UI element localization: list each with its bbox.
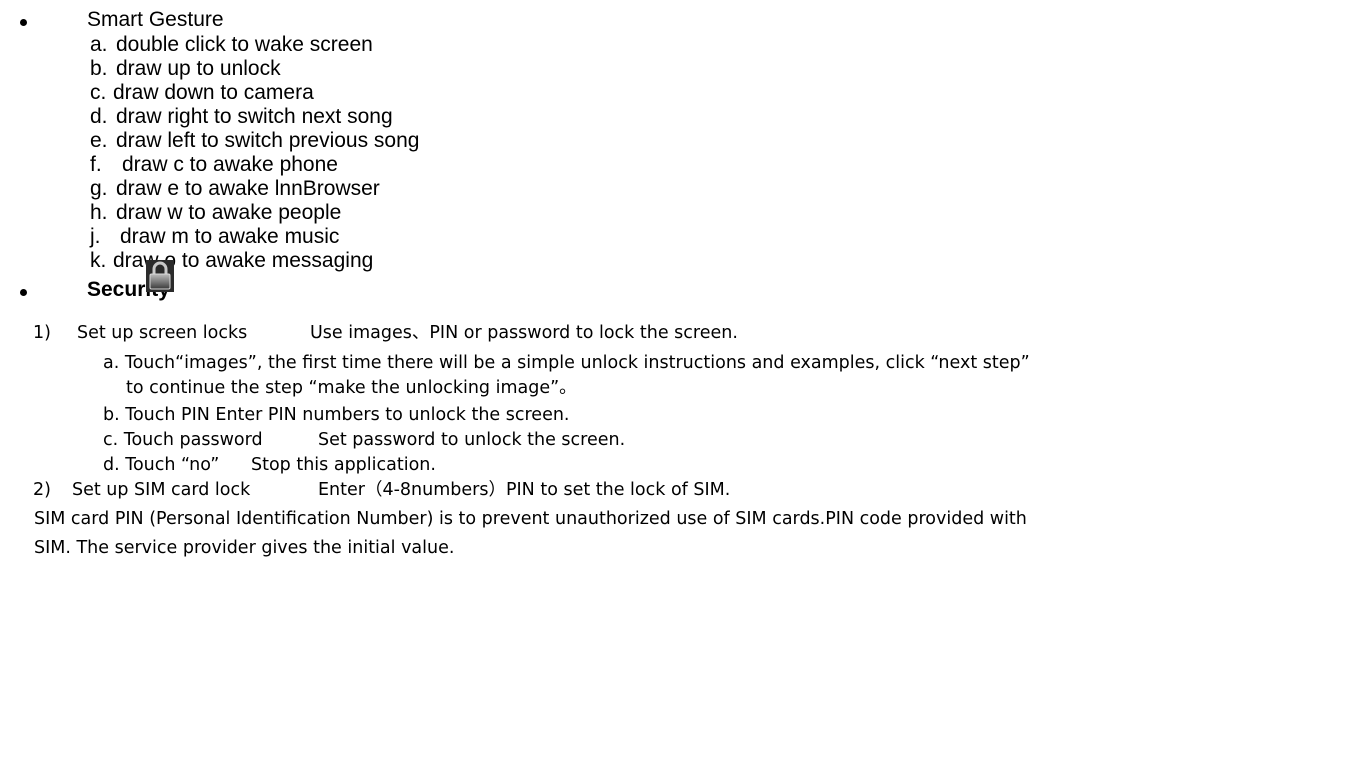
step1-sub-d-label: d. Touch “no” [103,455,220,475]
smart-gesture-title: Smart Gesture [87,8,224,31]
sim-pin-paragraph-line2: SIM. The service provider gives the init… [34,538,455,558]
bullet-dot [20,19,27,26]
step1-sub-b: b. Touch PIN Enter PIN numbers to unlock… [103,405,570,425]
step2-title: Set up SIM card lock [72,480,251,500]
step1-sub-d-desc: Stop this application. [251,455,436,475]
step1-sub-c-desc: Set password to unlock the screen. [318,430,626,450]
gesture-item: double click to wake screen [116,33,373,56]
gesture-item: draw e to awake lnnBrowser [116,177,380,200]
gesture-item: draw up to unlock [116,57,281,80]
gesture-marker: a. [90,33,108,56]
step2-description: Enter（4-8numbers）PIN to set the lock of … [318,480,731,500]
gesture-marker: b. [90,57,108,80]
step1-sub-c-label: c. Touch password [103,430,263,450]
gesture-marker: h. [90,201,108,224]
gesture-item: draw m to awake music [120,225,340,248]
gesture-marker: f. [90,153,102,176]
gesture-item: draw left to switch previous song [116,129,420,152]
gesture-marker: g. [90,177,108,200]
gesture-marker: k. [90,249,107,272]
padlock-icon [146,260,174,292]
step2-marker: 2) [33,480,51,500]
step1-marker: 1) [33,323,51,343]
step1-title: Set up screen locks [77,323,248,343]
sim-pin-paragraph-line1: SIM card PIN (Personal Identification Nu… [34,509,1027,529]
gesture-item: draw down to camera [113,81,314,104]
step1-sub-a-line1: a. Touch“images”, the first time there w… [103,353,1030,373]
bullet-dot [20,289,27,296]
gesture-marker: c. [90,81,107,104]
gesture-item: draw w to awake people [116,201,342,224]
step1-sub-a-line2: to continue the step “make the unlocking… [126,378,577,398]
gesture-marker: j. [90,225,101,248]
step1-description: Use images、PIN or password to lock the s… [310,323,738,343]
document-page: Smart Gesture a. double click to wake sc… [0,0,1364,771]
gesture-marker: e. [90,129,108,152]
gesture-item: draw right to switch next song [116,105,393,128]
gesture-marker: d. [90,105,108,128]
gesture-item: draw c to awake phone [122,153,338,176]
